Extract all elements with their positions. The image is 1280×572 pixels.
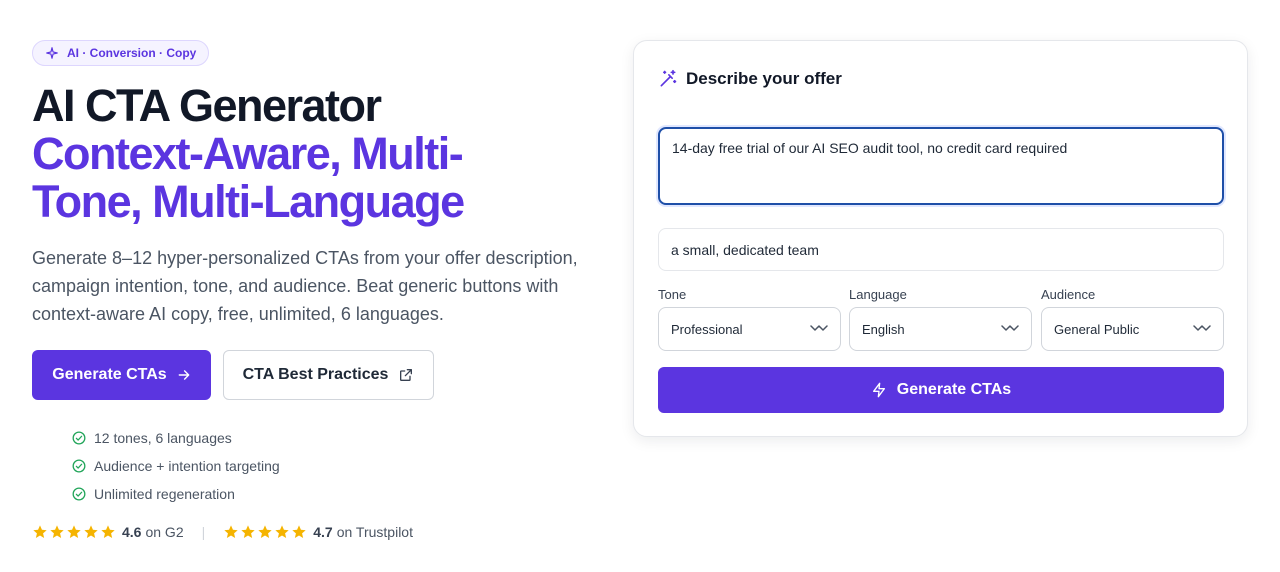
offer-form-card: Describe your offer 14-day free trial of… <box>633 40 1248 437</box>
tone-select[interactable]: Professional <box>658 307 841 351</box>
language-label: Language <box>849 287 907 302</box>
page-subtitle: Generate 8–12 hyper-personalized CTAs fr… <box>32 248 578 324</box>
chevron-down-icon <box>1193 325 1211 331</box>
chevron-down-icon <box>810 325 828 331</box>
title-line-1: AI CTA Generator <box>32 80 382 131</box>
g2-score: 4.6 <box>122 524 142 540</box>
feature-list: 12 tones, 6 languages Audience + intenti… <box>72 424 592 508</box>
page-title: AI CTA Generator Context-Aware, Multi- T… <box>32 82 592 226</box>
external-link-icon <box>400 369 413 381</box>
feature-item: Audience + intention targeting <box>72 452 592 480</box>
language-field: Language English <box>849 287 1032 351</box>
star-icon <box>224 525 238 538</box>
chevron-down-icon <box>1001 325 1019 331</box>
tone-value: Professional <box>671 321 743 337</box>
badge-text: AI · Conversion · Copy <box>67 46 197 60</box>
trustpilot-stars <box>223 524 307 540</box>
magic-wand-icon <box>660 69 677 87</box>
g2-source: on G2 <box>145 524 184 540</box>
feature-text: Audience + intention targeting <box>94 458 280 474</box>
language-select[interactable]: English <box>849 307 1032 351</box>
form-header: Describe your offer <box>658 69 842 89</box>
hero-buttons: Generate CTAs CTA Best Practices <box>32 350 592 400</box>
title-line-2: Context-Aware, Multi- <box>32 128 464 179</box>
star-icon <box>84 525 98 538</box>
tone-field: Tone Professional <box>658 287 841 351</box>
star-icon <box>50 525 64 538</box>
ratings-divider: | <box>201 524 206 540</box>
category-badge: AI · Conversion · Copy <box>32 40 210 66</box>
check-circle-icon <box>72 431 86 445</box>
check-circle-icon <box>72 459 86 473</box>
arrow-right-icon <box>178 370 190 380</box>
audience-field: Audience General Public <box>1041 287 1224 351</box>
form-generate-label: Generate CTAs <box>896 381 1012 398</box>
trustpilot-score: 4.7 <box>313 524 333 540</box>
audience-select[interactable]: General Public <box>1041 307 1224 351</box>
star-icon <box>292 525 306 538</box>
star-icon <box>275 525 289 538</box>
star-icon <box>241 525 255 538</box>
check-circle-icon <box>72 487 86 501</box>
title-line-3: Tone, Multi-Language <box>32 176 465 227</box>
g2-stars <box>32 524 116 540</box>
form-title: Describe your offer <box>686 69 842 88</box>
ratings-row: 4.6 on G2 | 4.7 on Trustpilot <box>32 524 592 540</box>
generate-ctas-button[interactable]: Generate CTAs <box>32 350 211 400</box>
star-icon <box>33 525 47 538</box>
language-value: English <box>862 321 905 337</box>
best-practices-button[interactable]: CTA Best Practices <box>223 350 434 400</box>
offer-description-input[interactable]: 14-day free trial of our AI SEO audit to… <box>658 127 1224 205</box>
feature-item: 12 tones, 6 languages <box>72 424 592 452</box>
team-input[interactable]: a small, dedicated team <box>658 228 1224 271</box>
audience-value: General Public <box>1054 321 1140 337</box>
star-icon <box>101 525 115 538</box>
hero-section: AI · Conversion · Copy AI CTA Generator … <box>32 40 592 540</box>
form-generate-button[interactable]: Generate CTAs <box>658 367 1224 413</box>
audience-label: Audience <box>1041 287 1096 302</box>
star-icon <box>67 525 81 538</box>
lightning-icon <box>872 382 885 398</box>
star-icon <box>258 525 272 538</box>
best-practices-label: CTA Best Practices <box>242 366 389 383</box>
feature-text: 12 tones, 6 languages <box>94 430 232 446</box>
feature-item: Unlimited regeneration <box>72 480 592 508</box>
feature-text: Unlimited regeneration <box>94 486 235 502</box>
generate-ctas-label: Generate CTAs <box>52 366 167 383</box>
sparkle-icon <box>46 47 58 59</box>
trustpilot-source: on Trustpilot <box>336 524 413 540</box>
tone-label: Tone <box>658 287 687 302</box>
